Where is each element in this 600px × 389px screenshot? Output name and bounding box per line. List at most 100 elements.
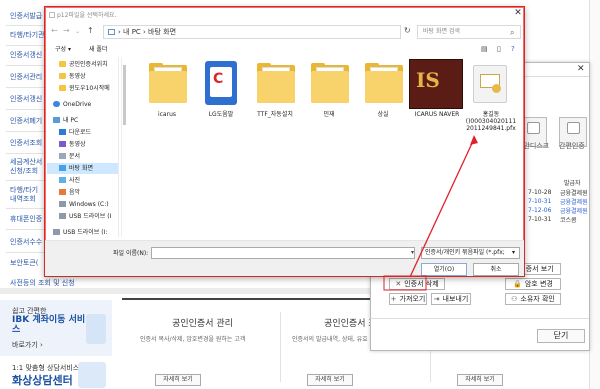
up-icon[interactable]: ↑: [87, 26, 94, 35]
dialog-footer: 파일 이름(N): ▾ 인증서/개인키 묶음파일 (*.pfx; ▾ 열기(O)…: [45, 240, 524, 276]
nav-item[interactable]: USB 드라이브 (I: [47, 211, 118, 222]
cloud-icon: [53, 101, 60, 107]
detail-button[interactable]: 자세히 보기: [155, 374, 201, 386]
nav-item[interactable]: 윈도우10시작메: [47, 83, 118, 94]
nav-item-this-pc[interactable]: 내 PC: [47, 115, 118, 126]
promo-area: 쉽고 간편한 IBK 계좌이동 서비스 바로가기 › 1:1 맞춤형 상담서비스…: [0, 300, 112, 389]
divider: [280, 312, 281, 382]
left-menu-item[interactable]: 인증서조회: [10, 139, 46, 148]
certificate-file-icon: [473, 65, 507, 103]
close-icon[interactable]: ✕: [512, 7, 524, 19]
file-list: icarus C LG도움말 TTF_자동설치 민재 상실 IS ICARUS …: [135, 59, 520, 237]
disk-icon: [527, 122, 540, 134]
expiry-column: 7-10-28 7-10-31 7-12-06 7-10-31: [528, 188, 558, 224]
window-icon: [49, 12, 55, 18]
nav-item[interactable]: 동영상: [47, 71, 118, 82]
nav-item[interactable]: USB 드라이브 (I:: [47, 227, 118, 237]
chevron-down-icon[interactable]: ▾: [411, 249, 414, 256]
help-icon[interactable]: ?: [511, 45, 515, 53]
left-menu-item[interactable]: 휴대폰인증: [10, 215, 46, 224]
divider: [6, 131, 46, 132]
delete-cert-button[interactable]: ✕ 인증서 삭제: [389, 278, 445, 290]
left-menu-item[interactable]: 타행/타기관: [10, 31, 46, 40]
nav-item-desktop[interactable]: 바탕 화면: [47, 163, 118, 174]
nav-item[interactable]: 문서: [47, 151, 118, 162]
left-menu-item[interactable]: 인증서갱신: [10, 95, 46, 104]
search-input[interactable]: 바탕 화면 검색 ⌕: [417, 25, 521, 39]
divider: [6, 229, 46, 230]
detail-button[interactable]: 자세히 보기: [457, 374, 503, 386]
navigation-pane: 공인인증서위치 동영상 윈도우10시작메 OneDrive 내 PC 다운로드 …: [47, 57, 119, 237]
refresh-icon[interactable]: ↻: [404, 26, 411, 35]
media-label: 간편인증: [559, 142, 585, 150]
issuer-column: 금융결제원 금융결제원 금융결제원 코스콤: [560, 189, 590, 225]
left-menu-item[interactable]: 타행/타기: [10, 186, 46, 195]
address-bar[interactable]: › 내 PC › 바탕 화면: [103, 25, 401, 39]
view-options-icon[interactable]: ▤: [481, 45, 488, 53]
promo-link[interactable]: 바로가기 ›: [12, 340, 43, 350]
filetype-select[interactable]: 인증서/개인키 묶음파일 (*.pfx; ▾: [421, 247, 520, 259]
left-menu-item[interactable]: 보안토큰(: [10, 259, 46, 268]
nav-item[interactable]: 공인인증서위치: [47, 59, 118, 70]
detail-button[interactable]: 자세히 보기: [307, 374, 353, 386]
left-menu-item[interactable]: 인증서폐기: [10, 117, 46, 126]
divider: [0, 288, 370, 294]
open-button[interactable]: 열기(O): [421, 263, 467, 276]
left-menu-item[interactable]: 인증서수수: [10, 238, 46, 247]
owner-check-button[interactable]: ⚇ 소유자 확인: [505, 293, 561, 305]
folder-icon: [257, 63, 295, 103]
nav-item[interactable]: 다운로드: [47, 127, 118, 138]
cert-expiry: 7-10-31: [528, 198, 552, 205]
nav-item[interactable]: Windows (C:): [47, 199, 118, 210]
left-menu-item[interactable]: 인증서갱신: [10, 51, 46, 60]
promo-headline: 화상상담센터: [12, 374, 73, 387]
nav-item-onedrive[interactable]: OneDrive: [47, 99, 118, 110]
music-icon: [59, 189, 66, 195]
nav-item[interactable]: 동영상: [47, 139, 118, 150]
new-folder-button[interactable]: 새 폴더: [89, 43, 107, 56]
left-menu-item[interactable]: 신청/조회: [10, 167, 46, 176]
promo-image: [86, 314, 106, 344]
nav-item-label: 다운로드: [69, 129, 92, 136]
nav-scrollbar[interactable]: [121, 57, 127, 237]
filetype-value: 인증서/개인키 묶음파일 (*.pfx;: [425, 249, 505, 256]
nav-item[interactable]: 사진: [47, 175, 118, 186]
page-scrollbar[interactable]: [589, 0, 600, 389]
promo-banner[interactable]: 쉽고 간편한 IBK 계좌이동 서비스 바로가기 ›: [0, 300, 112, 356]
close-button[interactable]: 닫기: [537, 329, 585, 343]
promo-banner[interactable]: 1:1 맞춤형 상담서비스 화상상담센터: [0, 360, 112, 389]
button-label: 인증서 삭제: [404, 280, 439, 288]
video-icon: [59, 141, 66, 147]
back-icon[interactable]: ←: [51, 26, 58, 35]
phone-icon: [567, 122, 580, 134]
cert-expiry: 7-12-06: [528, 207, 552, 214]
pane-icon[interactable]: ▯: [497, 45, 501, 53]
nav-item[interactable]: 음악: [47, 187, 118, 198]
left-menu-item[interactable]: 인증서발급: [10, 12, 46, 21]
left-menu-item[interactable]: 세금계산서: [10, 158, 46, 167]
file-label: ICARUS NAVER: [414, 111, 460, 118]
cert-expiry: 7-10-28: [528, 189, 552, 196]
close-icon[interactable]: ✕: [577, 64, 585, 74]
export-button[interactable]: ⇥ 내보내기: [431, 293, 471, 305]
organize-button[interactable]: 구성 ▾: [55, 43, 71, 56]
forward-icon[interactable]: →: [63, 26, 70, 35]
filename-input[interactable]: ▾: [151, 247, 415, 259]
nav-item-label: 공인인증서위치: [69, 61, 108, 68]
chevron-down-icon[interactable]: ⌄: [75, 28, 80, 35]
card-title: 공인인증서 관리: [172, 319, 233, 329]
promo-headline: IBK 계좌이동 서비스: [12, 315, 86, 335]
left-menu-item[interactable]: 인증서관리: [10, 73, 46, 82]
left-menu-item[interactable]: 내역조회: [10, 195, 46, 204]
file-open-dialog: p12파일을 선택하세요. ✕ ← → ⌄ ↑ › 내 PC › 바탕 화면 ↻…: [44, 6, 525, 277]
document-icon: [59, 153, 66, 159]
cancel-button[interactable]: 취소: [473, 263, 519, 276]
person-icon: ⚇: [511, 295, 518, 303]
change-password-button[interactable]: 🔒 암호 변경: [505, 278, 561, 290]
left-menu: 인증서발급 타행/타기관 인증서갱신 인증서관리 인증서갱신 인증서폐기 인증서…: [0, 0, 46, 280]
import-button[interactable]: + 가져오기: [389, 293, 427, 305]
left-menu-item[interactable]: 사전등의 조회 및 신청: [10, 278, 75, 288]
nav-item-label: 내 PC: [63, 117, 79, 124]
scroll-thumb[interactable]: [123, 65, 126, 125]
search-placeholder: 바탕 화면 검색: [423, 28, 460, 35]
